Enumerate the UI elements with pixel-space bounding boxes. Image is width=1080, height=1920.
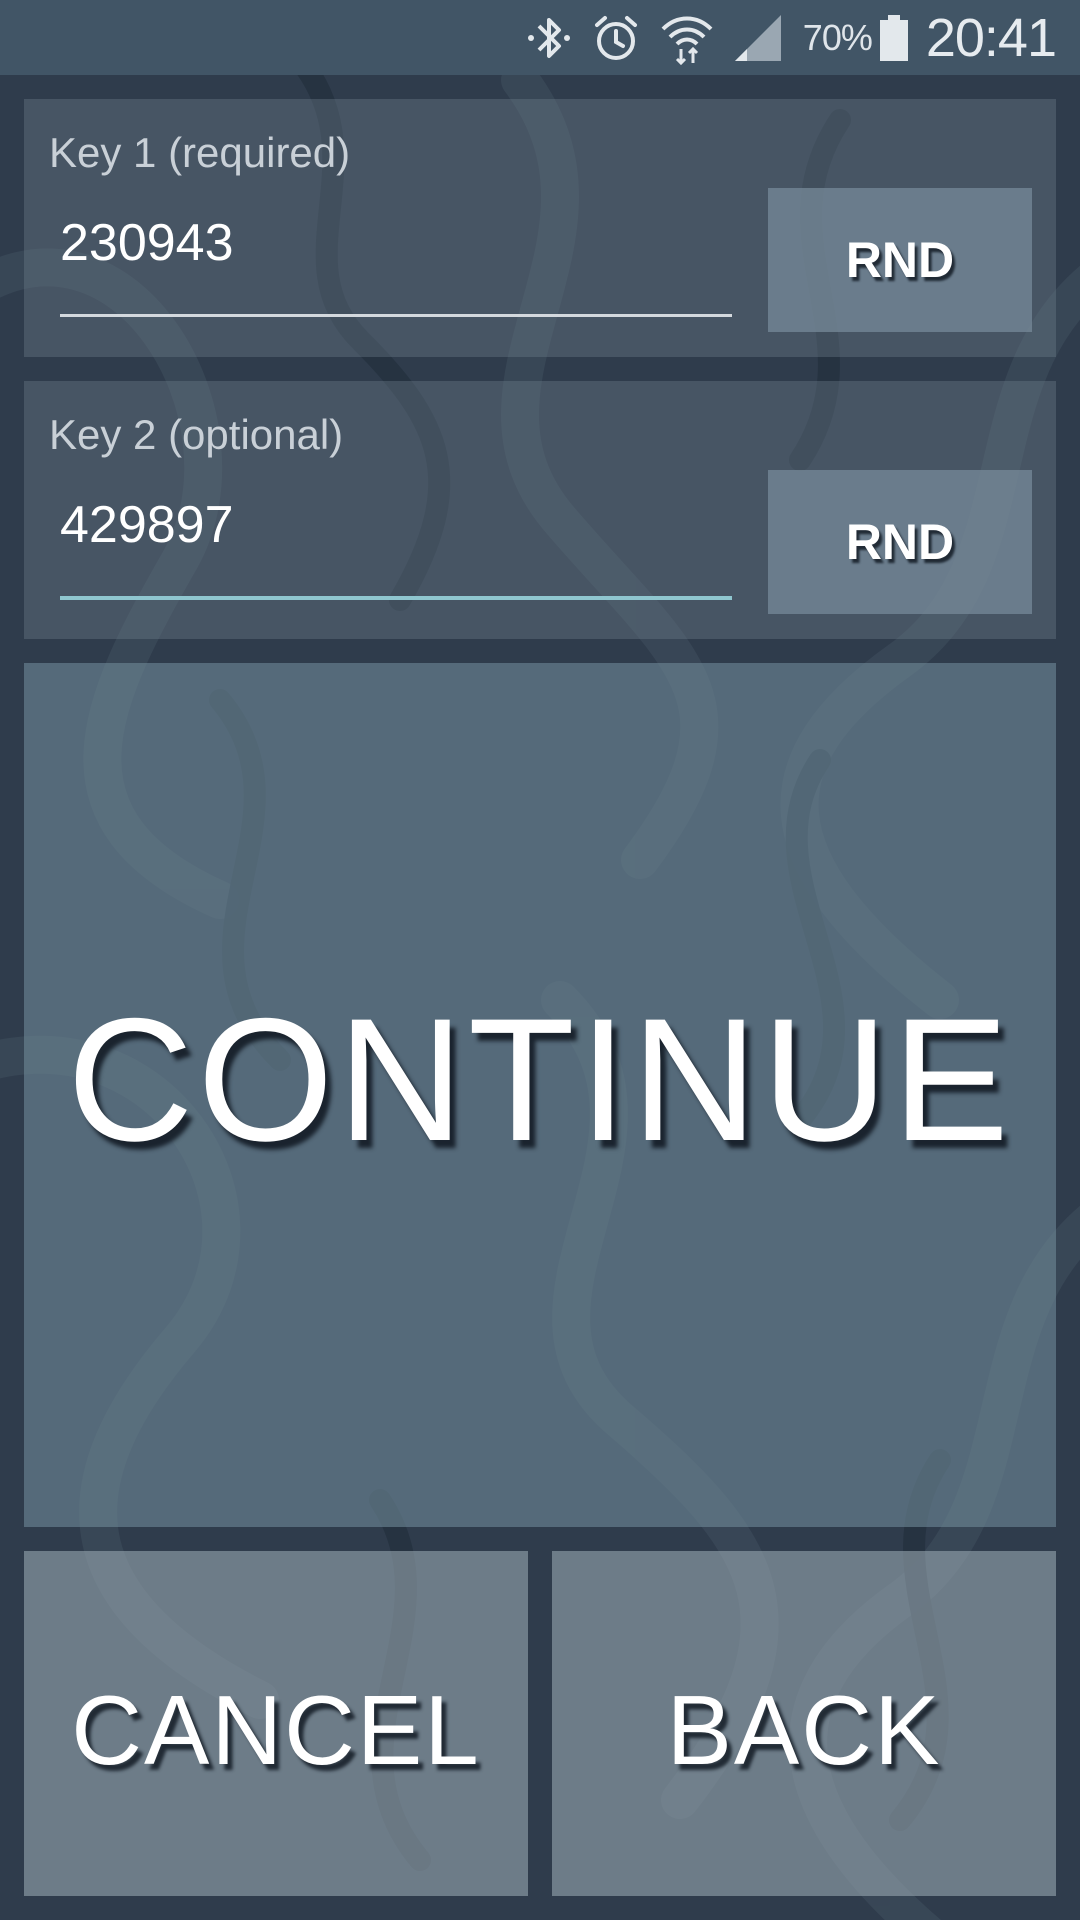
- bluetooth-icon: [525, 12, 573, 64]
- key2-label: Key 2 (optional): [49, 411, 344, 458]
- key2-panel: Key 2 (optional) RND: [24, 381, 1056, 639]
- battery-icon: [878, 13, 910, 63]
- status-bar: 70% 20:41: [0, 0, 1080, 75]
- key1-input[interactable]: [60, 207, 732, 279]
- cancel-button[interactable]: CANCEL: [24, 1551, 528, 1896]
- key2-underline: [60, 596, 732, 600]
- key1-underline: [60, 314, 732, 317]
- back-label: BACK: [666, 1675, 942, 1785]
- key1-random-button[interactable]: RND: [768, 188, 1032, 332]
- clock: 20:41: [925, 7, 1057, 68]
- back-button[interactable]: BACK: [552, 1551, 1056, 1896]
- continue-label: CONTINUE: [67, 982, 1013, 1178]
- continue-button[interactable]: CONTINUE: [24, 663, 1056, 1527]
- battery-percent: 70%: [802, 16, 873, 58]
- key1-label: Key 1 (required): [49, 129, 351, 176]
- cancel-label: CANCEL: [71, 1675, 481, 1785]
- signal-icon: [733, 13, 785, 63]
- alarm-icon: [591, 13, 641, 63]
- wifi-icon: [659, 11, 715, 65]
- key2-input[interactable]: [60, 489, 732, 561]
- key1-panel: Key 1 (required) RND: [24, 99, 1056, 357]
- key2-random-button[interactable]: RND: [768, 470, 1032, 614]
